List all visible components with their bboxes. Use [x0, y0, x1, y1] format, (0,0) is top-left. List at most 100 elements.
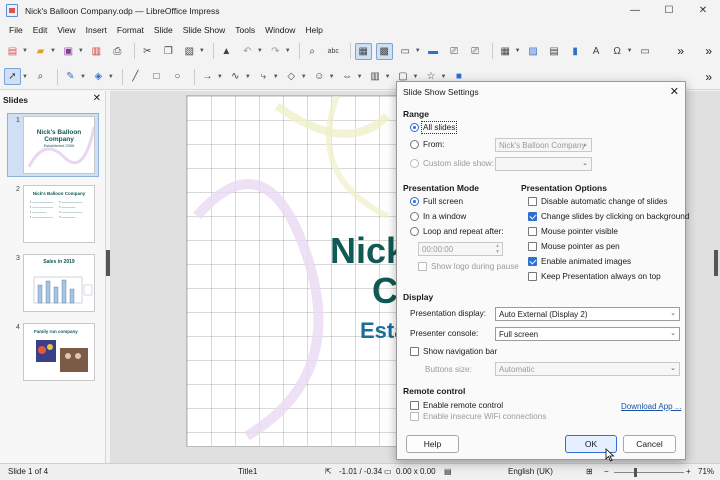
new-document-icon[interactable]: ▤ [4, 43, 21, 60]
chevron-down-icon[interactable]: ▼ [257, 48, 263, 54]
find-replace-icon[interactable]: ⌕ [304, 43, 321, 60]
zoom-slider-thumb[interactable] [634, 468, 637, 477]
chevron-down-icon[interactable]: ▼ [22, 74, 28, 80]
checkbox-indicator[interactable] [528, 212, 537, 221]
toolbar-overflow-icon[interactable]: » [705, 70, 712, 84]
disable-auto-change-checkbox[interactable]: Disable automatic change of slides [528, 197, 668, 206]
from-slide-select[interactable]: Nick's Balloon Company ⌄ [495, 138, 592, 152]
checkbox-indicator[interactable] [410, 347, 419, 356]
menu-format[interactable]: Format [112, 25, 149, 35]
block-arrows-icon[interactable]: ⇔ [339, 68, 356, 85]
chevron-down-icon[interactable]: ▼ [199, 48, 205, 54]
chart-icon[interactable]: ▮ [567, 43, 584, 60]
language-indicator[interactable]: English (UK) [508, 467, 553, 476]
textbox-icon[interactable]: A [588, 43, 605, 60]
checkbox-indicator[interactable] [528, 197, 537, 206]
master-slide-icon[interactable]: ▬ [425, 43, 442, 60]
zoom-icon[interactable]: ⌕ [32, 68, 49, 85]
from-radio[interactable]: From: [410, 140, 444, 149]
zoom-level[interactable]: 71% [698, 467, 714, 476]
enable-animated-images-checkbox[interactable]: Enable animated images [528, 257, 631, 266]
symbol-shapes-icon[interactable]: ☺ [311, 68, 328, 85]
fit-slide-icon[interactable]: ⊞ [586, 467, 593, 476]
basic-shapes-icon[interactable]: ◇ [283, 68, 300, 85]
fill-color-icon[interactable]: ◈ [90, 68, 107, 85]
open-folder-icon[interactable]: ▰ [32, 43, 49, 60]
paste-icon[interactable]: ▧ [181, 43, 198, 60]
mouse-pointer-visible-checkbox[interactable]: Mouse pointer visible [528, 227, 618, 236]
chevron-down-icon[interactable]: ▼ [22, 48, 28, 54]
presentation-display-select[interactable]: Auto External (Display 2) ⌄ [495, 307, 680, 321]
chevron-down-icon[interactable]: ▼ [50, 48, 56, 54]
download-app-link[interactable]: Download App ... [621, 402, 681, 411]
checkbox-indicator[interactable] [528, 257, 537, 266]
toolbar-overflow-icon[interactable]: » [677, 44, 684, 58]
loop-time-spinner[interactable]: 00:00:00 ▲ ▼ [418, 242, 503, 256]
chevron-down-icon[interactable]: ▼ [108, 74, 114, 80]
line-icon[interactable]: ╱ [127, 68, 144, 85]
zoom-out-icon[interactable]: − [604, 467, 609, 476]
redo-icon[interactable]: ↷ [267, 43, 284, 60]
chevron-down-icon[interactable]: ▼ [245, 74, 251, 80]
chevron-down-icon[interactable]: ▼ [413, 74, 419, 80]
menu-file[interactable]: File [4, 25, 28, 35]
chevron-down-icon[interactable]: ▼ [78, 48, 84, 54]
show-navigation-bar-checkbox[interactable]: Show navigation bar [410, 347, 497, 356]
slide-thumbnail-4[interactable]: Family run company [23, 323, 95, 381]
checkbox-indicator[interactable] [528, 272, 537, 281]
checkbox-indicator[interactable] [528, 242, 537, 251]
spelling-icon[interactable]: abc [325, 43, 342, 60]
radio-indicator[interactable] [410, 123, 419, 132]
helplines-icon[interactable]: ▩ [375, 42, 393, 60]
ellipse-icon[interactable]: ○ [169, 68, 186, 85]
enable-remote-checkbox[interactable]: Enable remote control [410, 401, 503, 410]
loop-radio[interactable]: Loop and repeat after: [410, 227, 504, 236]
presenter-console-select[interactable]: Full screen ⌄ [495, 327, 680, 341]
menu-help[interactable]: Help [300, 25, 327, 35]
zoom-slider[interactable] [614, 472, 684, 473]
undo-icon[interactable]: ↶ [239, 43, 256, 60]
chevron-down-icon[interactable]: ▼ [440, 74, 446, 80]
menu-window[interactable]: Window [260, 25, 300, 35]
chevron-down-icon[interactable]: ▼ [385, 74, 391, 80]
print-icon[interactable]: ⎙ [109, 43, 126, 60]
save-icon[interactable]: ▣ [60, 43, 77, 60]
flowchart-icon[interactable]: ▥ [367, 68, 384, 85]
all-slides-radio[interactable]: All slides [410, 121, 458, 134]
mouse-pointer-pen-checkbox[interactable]: Mouse pointer as pen [528, 242, 620, 251]
connector-icon[interactable]: ⤷ [255, 68, 272, 85]
copy-icon[interactable]: ❐ [160, 43, 177, 60]
chevron-down-icon[interactable]: ▼ [217, 74, 223, 80]
clone-formatting-icon[interactable]: ▲ [218, 43, 235, 60]
change-slides-on-click-checkbox[interactable]: Change slides by clicking on background [528, 212, 689, 221]
slide-thumbnail-2[interactable]: Nick's Balloon Company ▪ —————— ▪ —————— ▪… [23, 185, 95, 243]
sidebar-collapse-handle[interactable] [714, 250, 718, 276]
display-views-icon[interactable]: ▭ [397, 43, 414, 60]
chevron-down-icon[interactable]: ▼ [515, 48, 521, 54]
custom-show-radio[interactable]: Custom slide show: [410, 159, 494, 168]
special-character-icon[interactable]: Ω [609, 43, 626, 60]
cancel-button[interactable]: Cancel [623, 435, 676, 453]
menu-insert[interactable]: Insert [81, 25, 112, 35]
buttons-size-select[interactable]: Automatic ⌄ [495, 362, 680, 376]
custom-show-select[interactable]: ⌄ [495, 157, 592, 171]
close-icon[interactable]: ✕ [93, 93, 101, 104]
show-logo-checkbox[interactable]: Show logo during pause [418, 262, 519, 271]
radio-indicator[interactable] [410, 140, 419, 149]
spinner-arrows-icon[interactable]: ▲ ▼ [495, 243, 500, 255]
close-icon[interactable]: ✕ [670, 85, 679, 98]
minimize-icon[interactable]: — [618, 0, 652, 21]
checkbox-indicator[interactable] [418, 262, 427, 271]
enable-insecure-wifi-checkbox[interactable]: Enable insecure WiFi connections [410, 412, 546, 421]
radio-indicator[interactable] [410, 197, 419, 206]
chevron-down-icon[interactable]: ▼ [80, 74, 86, 80]
maximize-icon[interactable]: ☐ [652, 0, 686, 21]
checkbox-indicator[interactable] [410, 412, 419, 421]
always-on-top-checkbox[interactable]: Keep Presentation always on top [528, 272, 661, 281]
chevron-down-icon[interactable]: ▼ [273, 74, 279, 80]
full-screen-radio[interactable]: Full screen [410, 197, 463, 206]
start-from-first-icon[interactable]: ⎚ [446, 43, 463, 60]
radio-indicator[interactable] [410, 227, 419, 236]
display-grid-icon[interactable]: ▦ [354, 42, 372, 60]
table-icon[interactable]: ▦ [497, 43, 514, 60]
